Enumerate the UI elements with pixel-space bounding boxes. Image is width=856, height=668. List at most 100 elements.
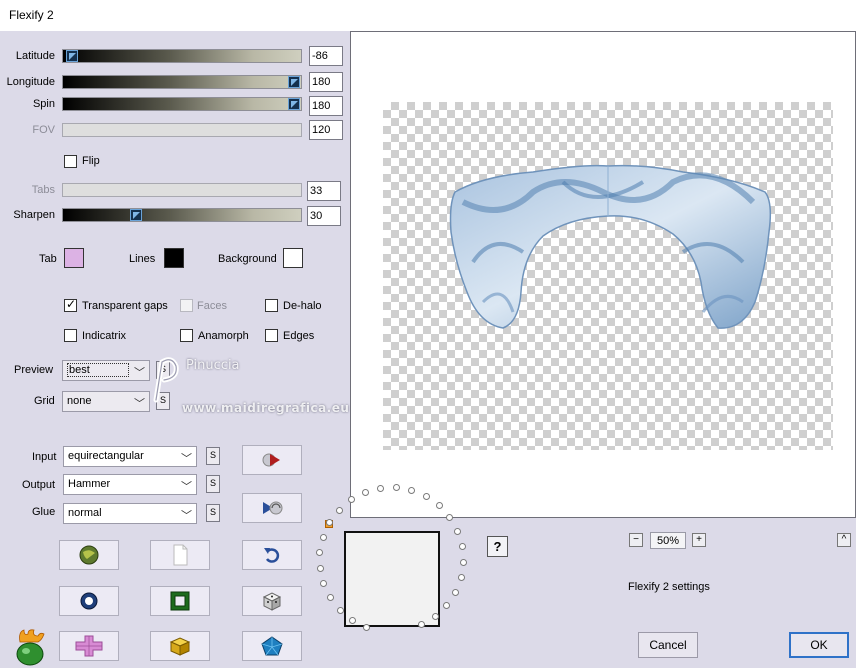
input-s-button[interactable]: S	[206, 447, 220, 465]
new-document-button[interactable]	[150, 540, 210, 570]
background-color-swatch[interactable]	[283, 248, 303, 268]
navigator-dial-dot[interactable]	[458, 542, 466, 550]
grid-select[interactable]: none ﹀	[62, 391, 150, 412]
fov-input[interactable]: 120	[309, 120, 343, 140]
flip-label: Flip	[82, 155, 100, 167]
navigator-dial-dot[interactable]	[363, 623, 371, 631]
lines-color-swatch[interactable]	[164, 248, 184, 268]
input-select[interactable]: equirectangular ﹀	[63, 446, 197, 467]
preview-select[interactable]: best ﹀	[62, 360, 150, 381]
output-select[interactable]: Hammer ﹀	[63, 474, 197, 495]
spin-input[interactable]: 180	[309, 96, 343, 116]
longitude-slider-thumb[interactable]	[288, 76, 300, 88]
navigator-dial-dot[interactable]	[431, 613, 439, 621]
longitude-slider[interactable]	[62, 75, 302, 89]
navigator-dial-dot[interactable]	[376, 484, 384, 492]
collapse-button[interactable]: ^	[837, 533, 851, 547]
navigator-dial-dot[interactable]	[418, 621, 426, 629]
navigator-dial-dot[interactable]	[319, 533, 327, 541]
ok-button[interactable]: OK	[789, 632, 849, 658]
render-button[interactable]	[242, 445, 302, 475]
navigator-dial-dot[interactable]	[327, 594, 335, 602]
cross-button[interactable]	[59, 631, 119, 661]
navigator-dial-dot[interactable]	[347, 496, 355, 504]
latitude-slider[interactable]	[62, 49, 302, 63]
navigator-dial-dot[interactable]	[446, 513, 454, 521]
anamorph-checkbox[interactable]	[180, 329, 193, 342]
tab-color-label: Tab	[39, 253, 57, 265]
navigator-dial-dot[interactable]	[454, 527, 462, 535]
latitude-input[interactable]: -86	[309, 46, 343, 66]
longitude-input[interactable]: 180	[309, 72, 343, 92]
sharpen-slider-thumb[interactable]	[130, 209, 142, 221]
sharpen-slider[interactable]	[62, 208, 302, 222]
cube-icon	[169, 637, 191, 656]
cube-button[interactable]	[150, 631, 210, 661]
edges-label: Edges	[283, 330, 315, 342]
help-button[interactable]: ?	[487, 536, 508, 557]
edges-checkbox[interactable]	[265, 329, 278, 342]
tabs-slider[interactable]	[62, 183, 302, 197]
glue-s-button[interactable]: S	[206, 504, 220, 522]
status-text: Flexify 2 settings	[628, 581, 710, 593]
cross-shape-icon	[75, 635, 103, 657]
sharpen-input[interactable]: 30	[307, 206, 341, 226]
lines-color-label: Lines	[129, 253, 156, 265]
preview-pane[interactable]	[350, 31, 856, 518]
faces-checkbox[interactable]	[180, 299, 193, 312]
output-s-button[interactable]: S	[206, 475, 220, 493]
chevron-down-icon: ﹀	[181, 510, 192, 522]
swap-icon	[263, 501, 283, 515]
navigator-dial-dot[interactable]	[361, 488, 369, 496]
navigator-dial-dot[interactable]	[392, 484, 400, 492]
navigator-dial-dot[interactable]	[435, 502, 443, 510]
spin-slider-thumb[interactable]	[288, 98, 300, 110]
ring-button[interactable]	[59, 586, 119, 616]
navigator-box[interactable]	[344, 531, 440, 627]
anamorph-label: Anamorph	[198, 330, 249, 342]
zoom-in-button[interactable]: +	[692, 533, 706, 547]
random-button[interactable]	[242, 586, 302, 616]
transparent-gaps-label: Transparent gaps	[82, 300, 168, 312]
undo-button[interactable]	[242, 540, 302, 570]
fov-slider[interactable]	[62, 123, 302, 137]
latitude-label: Latitude	[15, 50, 55, 62]
navigator-dial-dot[interactable]	[452, 588, 460, 596]
tab-color-swatch[interactable]	[64, 248, 84, 268]
fov-label: FOV	[32, 124, 55, 136]
de-halo-label: De-halo	[283, 300, 322, 312]
glue-label: Glue	[32, 506, 56, 518]
navigator-dial-dot[interactable]	[457, 574, 465, 582]
globe-button[interactable]	[59, 540, 119, 570]
navigator-dial-dot[interactable]	[316, 548, 324, 556]
frame-icon	[170, 591, 190, 611]
glue-select[interactable]: normal ﹀	[63, 503, 197, 524]
navigator-dial-dot[interactable]	[316, 564, 324, 572]
navigator-dial-dot[interactable]	[422, 493, 430, 501]
tabs-input[interactable]: 33	[307, 181, 341, 201]
navigator-dial-dot[interactable]	[335, 506, 343, 514]
navigator-dial-dot[interactable]	[459, 558, 467, 566]
window-title: Flexify 2	[9, 8, 54, 22]
ring-icon	[80, 592, 98, 610]
watermark-name: Pinuccia	[186, 358, 240, 373]
flip-checkbox[interactable]	[64, 155, 77, 168]
sharpen-label: Sharpen	[13, 209, 55, 221]
spin-slider[interactable]	[62, 97, 302, 111]
navigator-dial-dot[interactable]	[320, 580, 328, 588]
de-halo-checkbox[interactable]	[265, 299, 278, 312]
navigator-dial-dot[interactable]	[349, 616, 357, 624]
dice-icon	[262, 592, 282, 611]
frame-button[interactable]	[150, 586, 210, 616]
zoom-out-button[interactable]: −	[629, 533, 643, 547]
indicatrix-checkbox[interactable]	[64, 329, 77, 342]
navigator-dial-dot[interactable]	[443, 602, 451, 610]
latitude-slider-thumb[interactable]	[66, 50, 78, 62]
polyhedron-button[interactable]	[242, 631, 302, 661]
dialog-body: Latitude -86 Longitude 180 Spin 180 FOV …	[0, 31, 856, 668]
transparent-gaps-checkbox[interactable]	[64, 297, 77, 312]
navigator-dial-dot[interactable]	[336, 606, 344, 614]
chevron-down-icon: ﹀	[181, 453, 192, 465]
swap-projection-button[interactable]	[242, 493, 302, 523]
cancel-button[interactable]: Cancel	[638, 632, 698, 658]
